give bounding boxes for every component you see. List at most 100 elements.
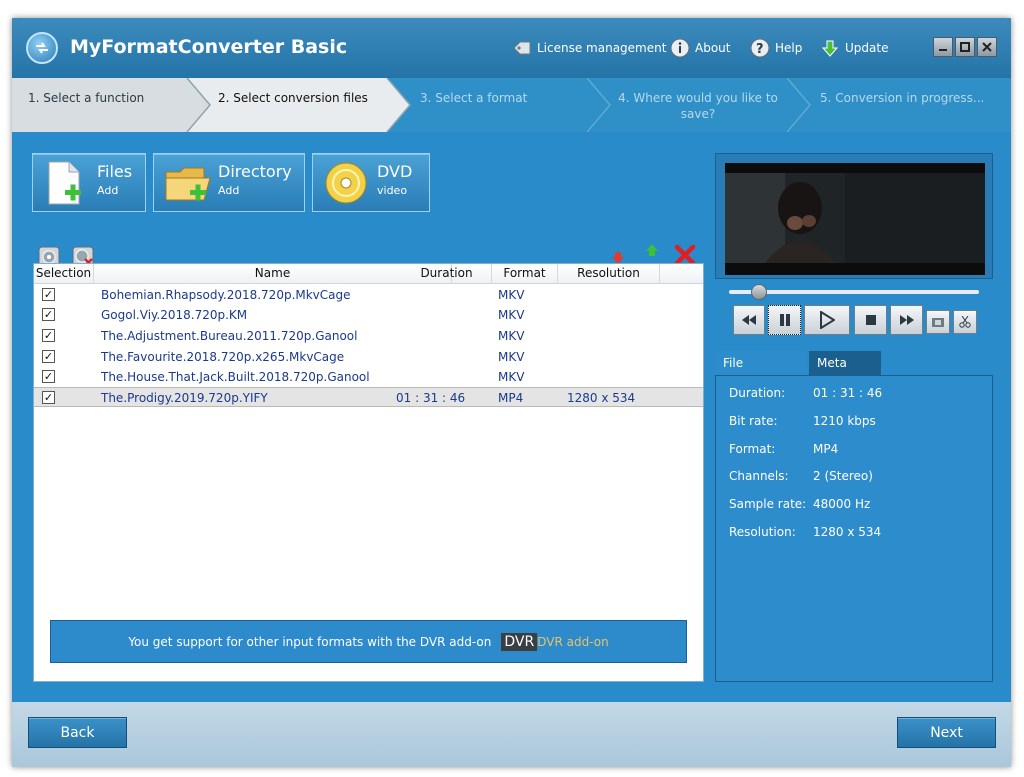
row-format: MKV — [498, 329, 525, 343]
column-name[interactable]: Name — [94, 264, 452, 284]
dvd-sub: video — [377, 184, 408, 197]
about-link[interactable]: About — [670, 38, 730, 58]
seek-handle[interactable] — [751, 284, 767, 300]
files-label: Files — [97, 162, 133, 181]
title-bar: MyFormatConverter Basic License manageme… — [12, 18, 1011, 78]
step-select-format: 3. Select a format — [420, 78, 580, 132]
row-format: MKV — [498, 288, 525, 302]
close-icon — [982, 42, 992, 52]
dvd-video-button[interactable]: DVD video — [312, 153, 430, 212]
prop-sample-rate-value: 48000 Hz — [813, 497, 871, 511]
files-sub: Add — [97, 184, 119, 197]
file-properties-panel: Duration: 01 : 31 : 46 Bit rate: 1210 kb… — [715, 375, 993, 682]
seek-bar[interactable] — [729, 284, 979, 300]
directory-label: Directory — [218, 162, 292, 181]
video-preview — [725, 163, 985, 275]
step-2-label: 2. Select conversion files — [218, 91, 368, 105]
prop-duration-value: 01 : 31 : 46 — [813, 386, 883, 400]
move-up-button[interactable] — [644, 242, 666, 264]
table-row[interactable]: ✓ Bohemian.Rhapsody.2018.720p.MkvCage MK… — [34, 285, 703, 305]
prop-format-label: Format: — [729, 442, 776, 456]
table-header: Selection Name Duration Format Resolutio… — [34, 264, 703, 284]
row-checkbox[interactable]: ✓ — [42, 329, 55, 342]
column-selection[interactable]: Selection — [34, 264, 94, 284]
row-format: MKV — [498, 370, 525, 384]
app-logo-icon — [26, 32, 58, 64]
column-resolution[interactable]: Resolution — [558, 264, 660, 284]
maximize-icon — [960, 42, 970, 52]
help-link[interactable]: ? Help — [750, 38, 802, 58]
stop-icon — [865, 315, 876, 325]
step-3-label: 3. Select a format — [420, 91, 528, 105]
play-icon — [820, 311, 835, 329]
dvr-addon-link[interactable]: DVR add-on — [537, 635, 608, 649]
close-button[interactable] — [977, 37, 997, 57]
dvd-label: DVD — [377, 162, 413, 181]
dvd-disc-icon — [323, 160, 369, 210]
fast-forward-button[interactable] — [890, 305, 923, 335]
scissors-icon — [959, 316, 971, 328]
row-duration: 01 : 31 : 46 — [396, 391, 466, 405]
step-5-label: 5. Conversion in progress... — [820, 91, 985, 105]
video-frame-image — [725, 163, 985, 275]
column-duration[interactable]: Duration — [402, 264, 492, 284]
row-resolution: 1280 x 534 — [567, 391, 636, 405]
file-table: Selection Name Duration Format Resolutio… — [33, 263, 704, 682]
arrow-up-icon — [646, 244, 658, 256]
table-row[interactable]: ✓ The.Adjustment.Bureau.2011.720p.Ganool… — [34, 326, 703, 346]
snapshot-icon — [932, 318, 944, 327]
pause-button[interactable] — [768, 305, 801, 335]
promo-text: You get support for other input formats … — [128, 634, 492, 649]
maximize-button[interactable] — [955, 37, 975, 57]
step-1-label: 1. Select a function — [28, 91, 145, 105]
license-management-link[interactable]: License management — [512, 38, 666, 58]
help-label: Help — [775, 41, 803, 55]
next-button[interactable]: Next — [897, 717, 996, 748]
row-checkbox[interactable]: ✓ — [42, 370, 55, 383]
info-icon — [670, 38, 690, 58]
play-button[interactable] — [804, 305, 850, 335]
row-name: The.House.That.Jack.Built.2018.720p.Gano… — [101, 370, 370, 384]
step-conversion-progress: 5. Conversion in progress... — [820, 78, 1000, 132]
stop-button[interactable] — [854, 305, 887, 335]
table-row[interactable]: ✓ Gogol.Viy.2018.720p.KM MKV — [34, 305, 703, 325]
back-button[interactable]: Back — [28, 717, 127, 748]
row-format: MKV — [498, 350, 525, 364]
svg-text:?: ? — [756, 42, 764, 57]
fast-forward-icon — [899, 315, 914, 325]
prop-format-value: MP4 — [813, 442, 839, 456]
rewind-button[interactable] — [733, 305, 765, 335]
file-add-icon — [43, 160, 91, 212]
snapshot-button[interactable] — [926, 310, 950, 334]
add-files-button[interactable]: Files Add — [32, 153, 146, 212]
step-save-location: 4. Where would you like to save? — [618, 78, 778, 132]
update-link[interactable]: Update — [820, 38, 888, 58]
tab-meta-info[interactable]: Meta info — [809, 351, 881, 394]
update-label: Update — [845, 41, 889, 55]
prop-bitrate-value: 1210 kbps — [813, 414, 876, 428]
update-arrow-icon — [820, 38, 840, 58]
table-row-selected[interactable]: ✓ The.Prodigy.2019.720p.YIFY 01 : 31 : 4… — [34, 387, 703, 407]
minimize-button[interactable] — [933, 37, 953, 57]
footer-bar: Back Next — [12, 702, 1011, 767]
row-name: Bohemian.Rhapsody.2018.720p.MkvCage — [101, 288, 351, 302]
prop-bitrate-label: Bit rate: — [729, 414, 778, 428]
row-name: The.Adjustment.Bureau.2011.720p.Ganool — [101, 329, 358, 343]
folder-add-icon — [164, 160, 214, 212]
tab-file-properties[interactable]: File properties — [715, 351, 807, 394]
add-directory-button[interactable]: Directory Add — [153, 153, 305, 212]
row-checkbox[interactable]: ✓ — [42, 288, 55, 301]
row-checkbox[interactable]: ✓ — [42, 308, 55, 321]
table-row[interactable]: ✓ The.House.That.Jack.Built.2018.720p.Ga… — [34, 367, 703, 387]
table-row[interactable]: ✓ The.Favourite.2018.720p.x265.MkvCage M… — [34, 347, 703, 367]
column-format[interactable]: Format — [492, 264, 558, 284]
main-area: Files Add Directory Add DVD video Select… — [12, 132, 1011, 702]
dvr-promo-banner: You get support for other input formats … — [50, 620, 687, 663]
prop-resolution-value: 1280 x 534 — [813, 525, 882, 539]
row-checkbox[interactable]: ✓ — [42, 350, 55, 363]
step-4-label: 4. Where would you like to save? — [618, 91, 778, 121]
row-checkbox[interactable]: ✓ — [42, 391, 55, 404]
license-tag-icon — [512, 38, 532, 58]
trim-button[interactable] — [953, 310, 977, 334]
row-name: The.Prodigy.2019.720p.YIFY — [101, 391, 268, 405]
